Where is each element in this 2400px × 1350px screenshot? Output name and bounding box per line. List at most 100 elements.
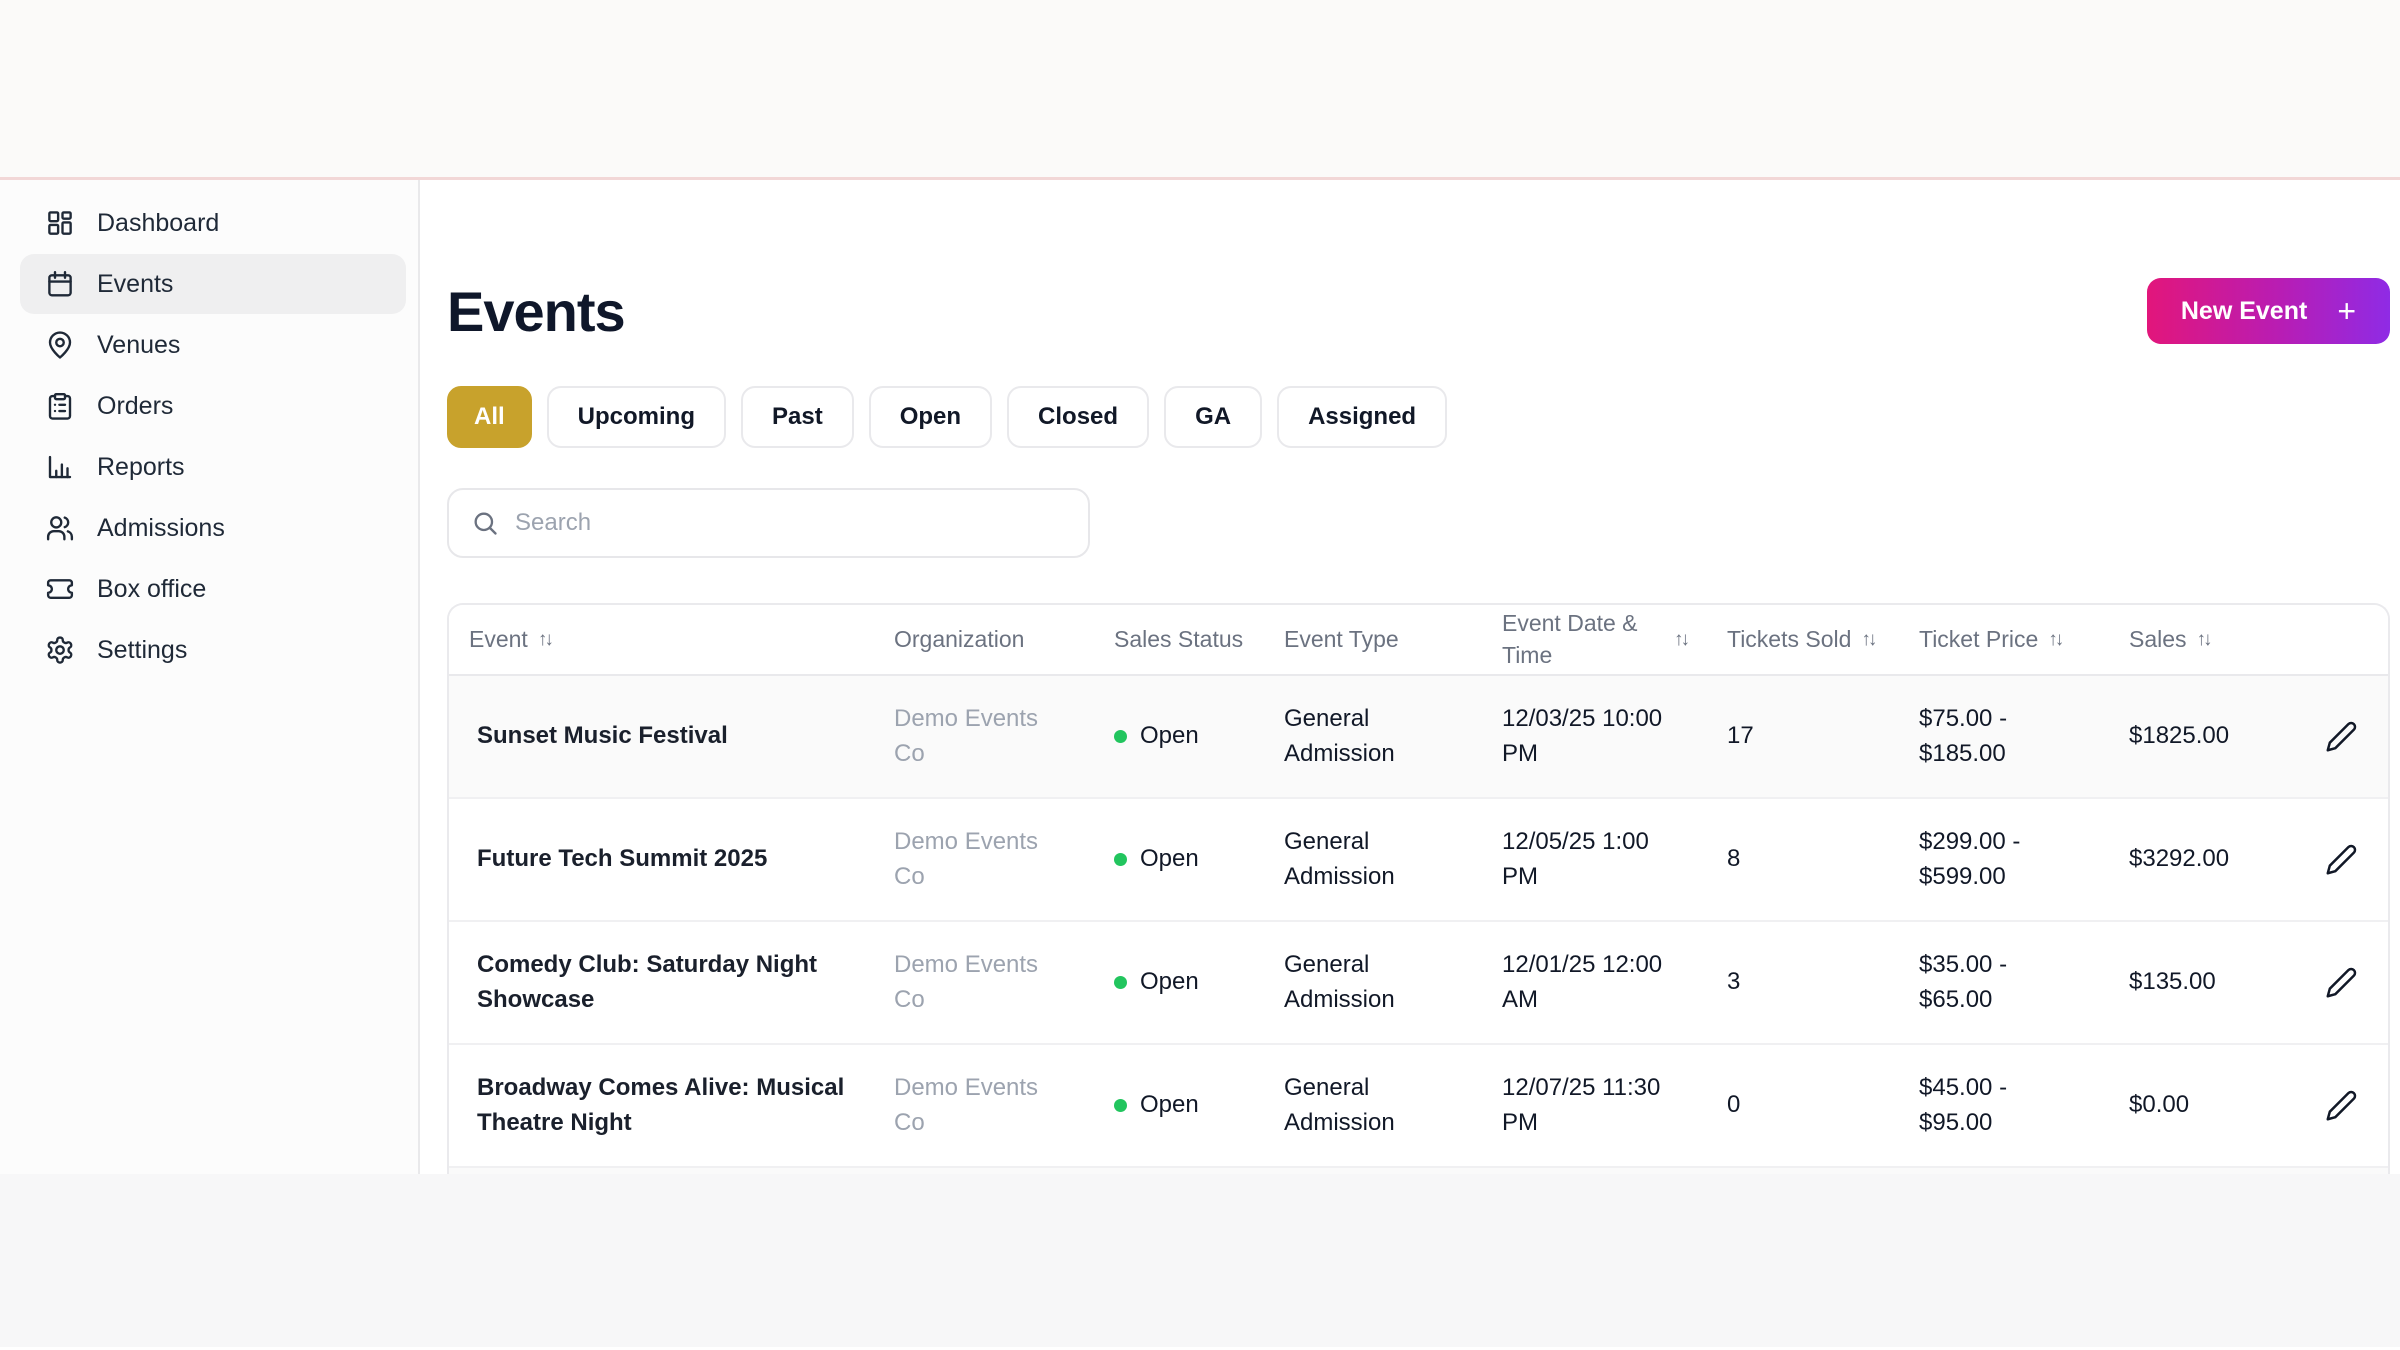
- new-event-button[interactable]: New Event +: [2146, 278, 2390, 344]
- sort-icon: ↑↓: [1861, 628, 1877, 650]
- filter-chip-open[interactable]: Open: [868, 386, 993, 448]
- sales-status-cell: Open: [1094, 965, 1264, 999]
- sidebar-item-label: Settings: [97, 635, 188, 664]
- sidebar-item-orders[interactable]: Orders: [20, 376, 406, 436]
- event-type-cell: General Admission: [1284, 828, 1395, 890]
- ticket-price-cell: $35.00 - $65.00: [1919, 951, 2008, 1013]
- sales-cell: $3292.00: [2129, 845, 2230, 873]
- sales-cell: $1825.00: [2129, 722, 2230, 750]
- organization-cell: Demo Events Co: [894, 1074, 1039, 1136]
- status-dot: [1114, 1098, 1127, 1112]
- row-actions-cell: [2299, 837, 2388, 882]
- column-header-organization[interactable]: Organization: [874, 624, 1094, 655]
- calendar-icon: [45, 269, 75, 299]
- status-dot: [1114, 852, 1127, 866]
- status-label: Open: [1140, 1091, 1199, 1119]
- sales-cell: $0.00: [2129, 1091, 2190, 1119]
- status-dot: [1114, 975, 1127, 989]
- column-header-label: Sales: [2129, 625, 2187, 652]
- filter-chip-row: All Upcoming Past Open Closed GA Assigne…: [447, 386, 2390, 448]
- ticket-price-cell: $299.00 - $599.00: [1919, 828, 2021, 890]
- column-header-event-date-time[interactable]: Event Date & Time ↑↓: [1482, 608, 1707, 670]
- pencil-icon: [2326, 721, 2357, 752]
- sidebar-item-venues[interactable]: Venues: [20, 315, 406, 375]
- filter-chip-label: Open: [899, 403, 962, 430]
- app-window: Dashboard Events Venues Orders Reports A…: [0, 180, 2400, 1174]
- users-icon: [45, 513, 75, 543]
- filter-chip-upcoming[interactable]: Upcoming: [546, 386, 726, 448]
- events-table: Event ↑↓ Organization Sales Status Event…: [447, 603, 2390, 1174]
- page-header: Events New Event +: [447, 278, 2390, 344]
- main-content: Events New Event + All Upcoming Past Ope…: [420, 180, 2400, 1174]
- sidebar-item-admissions[interactable]: Admissions: [20, 498, 406, 558]
- row-actions-cell: [2299, 1083, 2388, 1128]
- sales-status-cell: Open: [1094, 1088, 1264, 1122]
- column-header-label: Event Type: [1284, 625, 1399, 652]
- sidebar-item-settings[interactable]: Settings: [20, 620, 406, 680]
- column-header-label: Ticket Price: [1919, 625, 2039, 652]
- pencil-icon: [2326, 1090, 2357, 1121]
- sales-cell: $135.00: [2129, 968, 2216, 996]
- filter-chip-assigned[interactable]: Assigned: [1277, 386, 1448, 448]
- sidebar-item-label: Dashboard: [97, 208, 220, 237]
- new-event-label: New Event: [2180, 296, 2308, 325]
- organization-cell: Demo Events Co: [894, 828, 1039, 890]
- column-header-event[interactable]: Event ↑↓: [449, 624, 874, 655]
- sidebar-item-box-office[interactable]: Box office: [20, 559, 406, 619]
- search-input[interactable]: [515, 509, 1066, 537]
- organization-cell: Demo Events Co: [894, 705, 1039, 767]
- sidebar-item-events[interactable]: Events: [20, 254, 406, 314]
- tickets-sold-cell: 8: [1727, 845, 1741, 873]
- status-dot: [1114, 729, 1127, 743]
- sidebar-item-reports[interactable]: Reports: [20, 437, 406, 497]
- filter-chip-label: Upcoming: [577, 403, 695, 430]
- sidebar-item-label: Venues: [97, 330, 181, 359]
- page-bottom-area: [0, 1174, 2400, 1347]
- table-row[interactable]: Sunset Music Festival Demo Events Co Ope…: [449, 676, 2388, 799]
- column-header-event-type[interactable]: Event Type: [1264, 624, 1482, 655]
- date-time-cell: 12/03/25 10:00 PM: [1502, 705, 1663, 767]
- search-box: [447, 488, 1090, 558]
- column-header-tickets-sold[interactable]: Tickets Sold ↑↓: [1707, 624, 1899, 655]
- column-header-ticket-price[interactable]: Ticket Price ↑↓: [1899, 624, 2109, 655]
- filter-chip-ga[interactable]: GA: [1164, 386, 1263, 448]
- sidebar-item-dashboard[interactable]: Dashboard: [20, 193, 406, 253]
- column-header-label: Event: [469, 625, 528, 652]
- column-header-label: Organization: [894, 625, 1025, 652]
- edit-button[interactable]: [2319, 960, 2364, 1005]
- filter-chip-all[interactable]: All: [447, 386, 532, 448]
- event-name-cell: Comedy Club: Saturday Night Showcase: [477, 951, 818, 1013]
- filter-chip-closed[interactable]: Closed: [1007, 386, 1150, 448]
- ticket-price-cell: $45.00 - $95.00: [1919, 1074, 2008, 1136]
- column-header-sales[interactable]: Sales ↑↓: [2109, 624, 2299, 655]
- table-row[interactable]: Comedy Club: Saturday Night Showcase Dem…: [449, 922, 2388, 1045]
- plus-icon: +: [2337, 293, 2356, 329]
- sales-status-cell: Open: [1094, 719, 1264, 753]
- filter-chip-label: All: [474, 403, 505, 430]
- sidebar-item-label: Admissions: [97, 513, 225, 542]
- row-actions-cell: [2299, 714, 2388, 759]
- event-type-cell: General Admission: [1284, 951, 1395, 1013]
- sidebar: Dashboard Events Venues Orders Reports A…: [0, 180, 420, 1174]
- sidebar-item-label: Reports: [97, 452, 185, 481]
- filter-chip-past[interactable]: Past: [741, 386, 854, 448]
- pencil-icon: [2326, 844, 2357, 875]
- column-header-sales-status[interactable]: Sales Status: [1094, 624, 1264, 655]
- table-row[interactable]: Future Tech Summit 2025 Demo Events Co O…: [449, 799, 2388, 922]
- bar-chart-icon: [45, 452, 75, 482]
- sort-icon: ↑↓: [1674, 628, 1690, 650]
- edit-button[interactable]: [2319, 837, 2364, 882]
- filter-chip-label: GA: [1195, 403, 1232, 430]
- date-time-cell: 12/05/25 1:00 PM: [1502, 828, 1649, 890]
- ticket-price-cell: $75.00 - $185.00: [1919, 705, 2008, 767]
- table-row[interactable]: Broadway Comes Alive: Musical Theatre Ni…: [449, 1045, 2388, 1168]
- pencil-icon: [2326, 967, 2357, 998]
- event-name-cell: Sunset Music Festival: [477, 722, 728, 750]
- search-icon: [474, 512, 497, 535]
- tickets-sold-cell: 3: [1727, 968, 1741, 996]
- edit-button[interactable]: [2319, 1083, 2364, 1128]
- clipboard-icon: [45, 391, 75, 421]
- event-type-cell: General Admission: [1284, 705, 1395, 767]
- edit-button[interactable]: [2319, 714, 2364, 759]
- event-type-cell: General Admission: [1284, 1074, 1395, 1136]
